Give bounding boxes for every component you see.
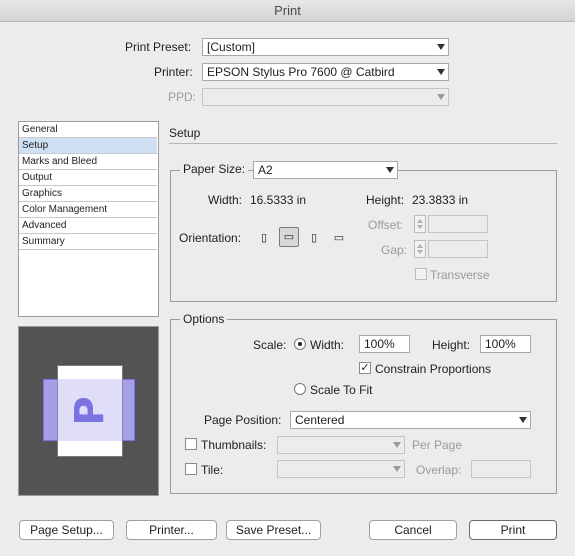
thumbnails-label: Thumbnails: (201, 438, 267, 452)
print-button[interactable]: Print (469, 520, 557, 540)
printer-dropdown[interactable]: EPSON Stylus Pro 7600 @ Catbird (202, 63, 449, 81)
chevron-down-icon (437, 94, 445, 100)
scale-height-value: 100% (485, 337, 516, 351)
sidebar-item-advanced[interactable]: Advanced (19, 218, 157, 234)
chevron-down-icon (393, 466, 401, 472)
paper-size-value: A2 (258, 163, 273, 177)
window-title-bar: Print (0, 0, 575, 22)
sidebar-item-graphics[interactable]: Graphics (19, 186, 157, 202)
paper-width-value: 16.5333 in (250, 193, 307, 207)
cancel-button[interactable]: Cancel (369, 520, 457, 540)
preview-glyph: P (67, 396, 113, 426)
scale-to-fit-radio[interactable] (294, 383, 306, 395)
page-position-value: Centered (295, 413, 345, 427)
offset-stepper[interactable] (414, 215, 426, 233)
scale-width-radio[interactable] (294, 338, 306, 350)
print-preset-value: [Custom] (207, 40, 256, 54)
printer-value: EPSON Stylus Pro 7600 @ Catbird (207, 65, 395, 79)
chevron-down-icon (519, 417, 527, 423)
chevron-down-icon (393, 442, 401, 448)
section-divider (169, 143, 557, 144)
reverse-landscape-orientation-icon[interactable]: ▭ (329, 228, 349, 248)
scale-height-field[interactable]: 100% (480, 335, 531, 353)
chevron-down-icon (437, 44, 445, 50)
options-legend: Options (180, 312, 228, 326)
printer-label: Printer: (154, 65, 193, 79)
reverse-portrait-orientation-icon[interactable]: ▯ (304, 228, 324, 248)
paper-size-dropdown[interactable]: A2 (253, 161, 398, 179)
constrain-proportions-checkbox[interactable]: ✓ (359, 362, 371, 374)
paper-width-label: Width: (208, 193, 243, 207)
page-preview: P (18, 326, 159, 496)
sidebar-item-summary[interactable]: Summary (19, 234, 157, 250)
tile-label: Tile: (201, 463, 224, 477)
sidebar-item-color-management[interactable]: Color Management (19, 202, 157, 218)
gap-field[interactable] (428, 240, 488, 258)
constrain-proportions-label: Constrain Proportions (375, 362, 492, 376)
printer-button[interactable]: Printer... (126, 520, 217, 540)
sidebar-item-output[interactable]: Output (19, 170, 157, 186)
gap-label: Gap: (381, 243, 408, 257)
sidebar-item-general[interactable]: General (19, 122, 157, 138)
scale-width-label: Width: (310, 338, 345, 352)
ppd-label: PPD: (168, 90, 197, 104)
page-position-label: Page Position: (204, 413, 282, 427)
gap-stepper[interactable] (414, 240, 426, 258)
page-setup-button[interactable]: Page Setup... (19, 520, 114, 540)
per-page-label: Per Page (412, 438, 463, 452)
scale-width-field[interactable]: 100% (359, 335, 410, 353)
window-title: Print (274, 3, 301, 18)
overlap-label: Overlap: (416, 463, 462, 477)
thumbnails-per-page-dropdown[interactable] (277, 436, 405, 454)
save-preset-button[interactable]: Save Preset... (226, 520, 321, 540)
print-preset-dropdown[interactable]: [Custom] (202, 38, 449, 56)
ppd-dropdown[interactable] (202, 88, 449, 106)
overlap-field[interactable] (471, 460, 531, 478)
thumbnails-checkbox[interactable] (185, 438, 197, 450)
category-sidebar: General Setup Marks and Bleed Output Gra… (18, 121, 159, 317)
tile-checkbox[interactable] (185, 463, 197, 475)
chevron-down-icon (437, 69, 445, 75)
page-position-dropdown[interactable]: Centered (290, 411, 531, 429)
sidebar-item-setup[interactable]: Setup (19, 138, 157, 154)
print-preset-label: Print Preset: (125, 40, 192, 54)
chevron-down-icon (386, 167, 394, 173)
paper-height-value: 23.3833 in (412, 193, 469, 207)
transverse-checkbox[interactable] (415, 268, 427, 280)
sidebar-item-marks-and-bleed[interactable]: Marks and Bleed (19, 154, 157, 170)
landscape-orientation-icon[interactable]: ▭ (279, 227, 299, 247)
scale-height-label: Height: (432, 338, 471, 352)
scale-to-fit-label: Scale To Fit (310, 383, 373, 397)
offset-field[interactable] (428, 215, 488, 233)
tile-mode-dropdown[interactable] (277, 460, 405, 478)
paper-size-label: Paper Size: (180, 162, 249, 176)
section-title: Setup (169, 126, 201, 140)
transverse-label: Transverse (430, 268, 490, 282)
scale-label: Scale: (253, 338, 287, 352)
orientation-label: Orientation: (179, 231, 242, 245)
offset-label: Offset: (368, 218, 404, 232)
paper-height-label: Height: (366, 193, 405, 207)
scale-width-value: 100% (364, 337, 395, 351)
portrait-orientation-icon[interactable]: ▯ (254, 228, 274, 248)
